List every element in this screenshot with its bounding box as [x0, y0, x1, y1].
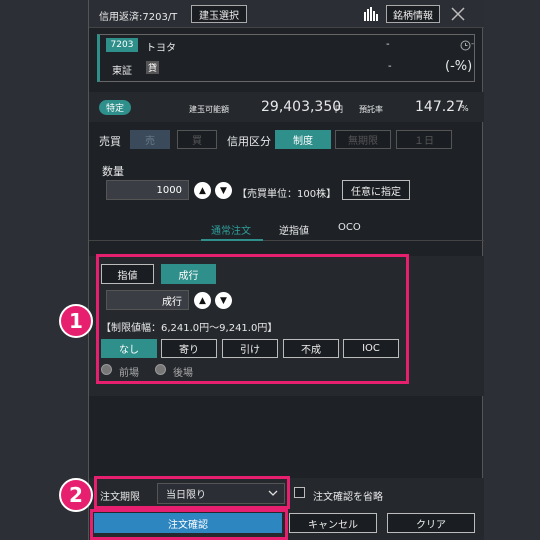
stock-change-pct: (-%) — [445, 59, 473, 74]
quantity-input[interactable]: 1000 — [106, 180, 189, 200]
credit-type-label: 信用区分 — [227, 135, 271, 148]
trade-unit-note: 【売買単位：100株】 — [237, 189, 337, 200]
annotation-marker-1: 1 — [59, 304, 93, 338]
skip-confirm-checkbox[interactable] — [294, 487, 305, 498]
lending-badge: 貸 — [146, 61, 159, 74]
position-value-label: 建玉可能額 — [189, 105, 229, 114]
window-title: 信用返済:7203/T — [99, 12, 178, 23]
trade-label: 売買 — [99, 135, 121, 148]
margin-ratio-value: 147.27 — [415, 99, 464, 115]
tab-normal-order[interactable]: 通常注文 — [211, 222, 251, 237]
title-bar: 信用返済:7203/T 建玉選択 銘柄情報 — [89, 0, 484, 28]
account-type-badge: 特定 — [99, 100, 131, 115]
quantity-label: 数量 — [102, 165, 124, 178]
stock-info-button[interactable]: 銘柄情報 — [386, 5, 440, 23]
triangle-up-icon: ▲ — [199, 185, 206, 196]
any-quantity-button[interactable]: 任意に指定 — [342, 180, 410, 200]
one-day-credit-button[interactable]: １日 — [396, 130, 452, 149]
stock-time: - — [471, 39, 475, 49]
position-value: 29,403,350 — [261, 99, 342, 115]
position-row: 特定 建玉可能額 29,403,350 円 預託率 147.27 % — [89, 92, 484, 122]
triangle-down-icon: ▼ — [220, 185, 227, 196]
clear-button[interactable]: クリア — [387, 513, 475, 533]
position-select-button[interactable]: 建玉選択 — [191, 5, 247, 23]
annotation-box-1 — [96, 254, 409, 384]
bar-chart-icon[interactable] — [364, 7, 380, 21]
quantity-up-button[interactable]: ▲ — [194, 182, 211, 199]
sell-button[interactable]: 売 — [130, 130, 170, 149]
annotation-box-2 — [94, 476, 290, 509]
market-name: 東証 — [112, 66, 132, 77]
stock-name: トヨタ — [146, 43, 176, 54]
quantity-down-button[interactable]: ▼ — [215, 182, 232, 199]
close-icon[interactable] — [451, 7, 465, 21]
tab-oco[interactable]: OCO — [338, 222, 361, 233]
stock-code-badge: 7203 — [106, 38, 138, 52]
indefinite-credit-button[interactable]: 無期限 — [335, 130, 391, 149]
cancel-button[interactable]: キャンセル — [289, 513, 377, 533]
annotation-marker-2: 2 — [59, 478, 93, 512]
stock-price: - — [386, 39, 390, 50]
margin-ratio-label: 預託率 — [359, 105, 383, 114]
clock-icon — [460, 40, 471, 51]
institutional-credit-button[interactable]: 制度 — [275, 130, 331, 149]
order-type-tabs: 通常注文 逆指値 OCO — [89, 213, 484, 241]
annotation-box-2b — [90, 509, 288, 540]
active-tab-indicator — [201, 239, 263, 241]
stock-info-box: 7203 トヨタ - - 東証 貸 - (-%) — [97, 34, 475, 82]
tab-stop-order[interactable]: 逆指値 — [279, 222, 309, 237]
stock-change: - — [388, 61, 392, 72]
position-value-unit: 円 — [335, 105, 343, 114]
margin-ratio-unit: % — [461, 104, 469, 113]
buy-button[interactable]: 買 — [177, 130, 217, 149]
skip-confirm-label: 注文確認を省略 — [313, 492, 383, 503]
